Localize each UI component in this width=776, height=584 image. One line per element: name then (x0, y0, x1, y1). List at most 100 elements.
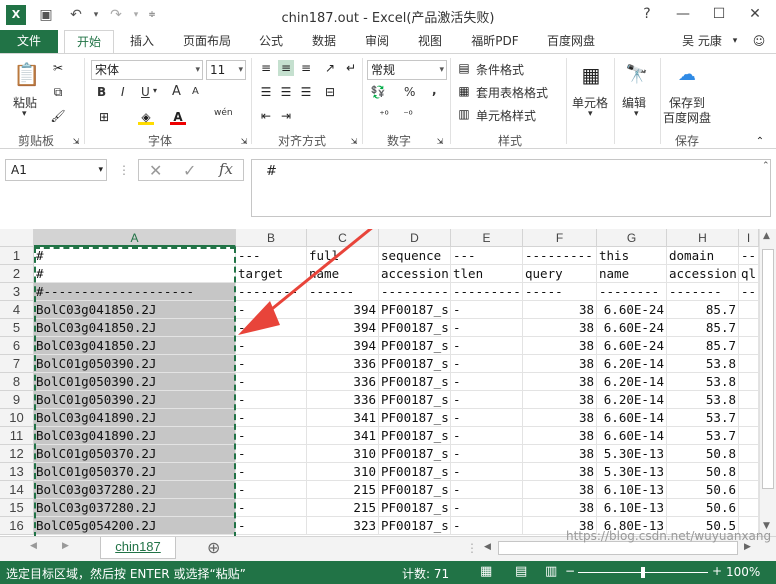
decrease-decimal-icon[interactable]: ⁻⁰ (400, 108, 416, 124)
scroll-thumb[interactable] (762, 249, 774, 489)
align-center-icon[interactable]: ☰ (278, 84, 294, 100)
baidu-cloud-icon[interactable]: ☁ (674, 62, 700, 88)
collapse-ribbon-icon[interactable]: ⌃ (752, 134, 768, 150)
next-sheet-icon[interactable]: ▶ (62, 541, 69, 551)
prev-sheet-icon[interactable]: ◀ (30, 541, 37, 551)
clipboard-launcher-icon[interactable]: ⇲ (68, 134, 84, 150)
scroll-right-icon[interactable]: ▶ (744, 542, 751, 552)
comma-button[interactable]: , (432, 83, 437, 97)
find-binoculars-icon[interactable]: 🔭 (624, 62, 650, 88)
conditional-format-button[interactable]: 条件格式 (476, 61, 524, 78)
merge-center-icon[interactable]: ⊟ (322, 84, 338, 100)
tab-foxit-pdf[interactable]: 福昕PDF (462, 30, 528, 53)
italic-button[interactable]: I (121, 85, 125, 99)
align-left-icon[interactable]: ☰ (258, 84, 274, 100)
percent-button[interactable]: % (404, 85, 415, 99)
horizontal-scroll-thumb[interactable] (498, 541, 738, 555)
zoom-out-icon[interactable]: − (565, 564, 575, 578)
format-painter-icon[interactable]: 🖌 (50, 108, 66, 124)
cancel-icon[interactable]: ✕ (149, 161, 162, 180)
normal-view-icon[interactable]: ▦ (480, 564, 492, 579)
align-right-icon[interactable]: ☰ (298, 84, 314, 100)
vertical-scrollbar[interactable]: ▲ ▼ (759, 229, 776, 536)
tab-baidu-netdisk[interactable]: 百度网盘 (538, 30, 604, 53)
editing-dropdown-icon[interactable]: ▾ (634, 109, 639, 119)
help-button[interactable]: ? (632, 0, 662, 30)
page-break-view-icon[interactable]: ▥ (545, 564, 557, 579)
align-middle-icon[interactable]: ≡ (278, 60, 294, 76)
divider (362, 58, 363, 144)
font-size-select[interactable]: 11 ▾ (206, 60, 246, 80)
scroll-up-icon[interactable]: ▲ (763, 231, 770, 241)
grow-font-button[interactable]: A (172, 84, 181, 99)
increase-indent-icon[interactable]: ⇥ (278, 108, 294, 124)
zoom-level[interactable]: 100% (726, 565, 760, 579)
paste-dropdown-icon[interactable]: ▾ (22, 109, 27, 119)
insert-function-icon[interactable]: fx (219, 160, 233, 178)
bold-button[interactable]: B (97, 85, 106, 99)
align-bottom-icon[interactable]: ≡ (298, 60, 314, 76)
expand-formula-icon[interactable]: ⌃ (762, 161, 770, 171)
tab-insert[interactable]: 插入 (120, 30, 164, 53)
user-dropdown-icon[interactable]: ▾ (728, 30, 742, 53)
scroll-left-icon[interactable]: ◀ (484, 542, 491, 552)
fill-color-icon[interactable]: ◈ (138, 109, 154, 125)
tab-splitter-icon[interactable]: ⋮ (466, 541, 478, 555)
tab-home[interactable]: 开始 (64, 30, 114, 53)
ribbon: 📋 粘贴 ▾ ✂ ⧉ 🖌 剪贴板 ⇲ 宋体 ▾ 11 ▾ B I U ▾ A A ⊞… (0, 53, 776, 149)
conditional-format-icon[interactable]: ▤ (456, 60, 472, 76)
orientation-icon[interactable]: ↗ (322, 60, 338, 76)
status-message: 选定目标区域，然后按 ENTER 或选择“粘贴” (6, 567, 246, 581)
cells-icon[interactable]: ▦ (578, 62, 604, 88)
align-top-icon[interactable]: ≡ (258, 60, 274, 76)
save-group-label: 保存 (674, 134, 699, 148)
borders-icon[interactable]: ⊞ (96, 109, 112, 125)
font-size-value: 11 (210, 63, 226, 77)
cell-styles-icon[interactable]: ▥ (456, 106, 472, 122)
save-to-label-2[interactable]: 百度网盘 (663, 109, 711, 126)
cut-icon[interactable]: ✂ (50, 60, 66, 76)
font-name-select[interactable]: 宋体 ▾ (91, 60, 203, 80)
styles-group-label: 样式 (497, 134, 522, 148)
zoom-in-icon[interactable]: + (712, 564, 722, 578)
chevron-down-icon: ▾ (195, 65, 200, 75)
format-as-table-icon[interactable]: ▦ (456, 83, 472, 99)
formula-input[interactable]: # (251, 159, 771, 217)
enter-icon[interactable]: ✓ (183, 161, 196, 180)
tab-file[interactable]: 文件 (0, 30, 58, 53)
tab-review[interactable]: 审阅 (356, 30, 398, 53)
paste-icon[interactable]: 📋 (12, 60, 42, 92)
underline-button[interactable]: U (141, 85, 150, 99)
font-color-icon[interactable]: A (170, 109, 186, 125)
zoom-slider-thumb[interactable] (641, 567, 645, 578)
close-button[interactable]: ✕ (740, 0, 770, 30)
decrease-indent-icon[interactable]: ⇤ (258, 108, 274, 124)
phonetic-button[interactable]: wén (214, 108, 233, 118)
minimize-button[interactable]: — (668, 0, 698, 30)
tab-formulas[interactable]: 公式 (250, 30, 292, 53)
shrink-font-button[interactable]: A (192, 86, 199, 97)
number-format-select[interactable]: 常规 ▾ (367, 60, 447, 80)
wrap-text-icon[interactable]: ↵ (343, 60, 359, 76)
copy-icon[interactable]: ⧉ (50, 84, 66, 100)
font-launcher-icon[interactable]: ⇲ (236, 134, 252, 150)
tab-page-layout[interactable]: 页面布局 (174, 30, 240, 53)
cell-styles-button[interactable]: 单元格样式 (476, 107, 536, 124)
account-icon[interactable]: ☺ (748, 30, 770, 53)
tab-data[interactable]: 数据 (302, 30, 346, 53)
user-name[interactable]: 吴 元康 (676, 30, 728, 53)
maximize-button[interactable]: ☐ (704, 0, 734, 30)
sheet-tab-chin187[interactable]: chin187 (100, 537, 176, 559)
page-layout-view-icon[interactable]: ▤ (515, 564, 527, 579)
cells-dropdown-icon[interactable]: ▾ (588, 109, 593, 119)
accounting-format-icon[interactable]: 💱 (370, 84, 386, 100)
name-box[interactable]: A1 ▾ (5, 159, 107, 181)
underline-dropdown-icon[interactable]: ▾ (153, 86, 157, 95)
alignment-launcher-icon[interactable]: ⇲ (346, 134, 362, 150)
title-bar: X ▣ ↶ ▾ ↷ ▾ ≑ chin187.out - Excel(产品激活失败… (0, 0, 776, 30)
tab-view[interactable]: 视图 (408, 30, 452, 53)
format-as-table-button[interactable]: 套用表格格式 (476, 84, 548, 101)
number-launcher-icon[interactable]: ⇲ (432, 134, 448, 150)
increase-decimal-icon[interactable]: ⁺⁰ (376, 108, 392, 124)
add-sheet-button[interactable]: ⊕ (207, 538, 220, 557)
